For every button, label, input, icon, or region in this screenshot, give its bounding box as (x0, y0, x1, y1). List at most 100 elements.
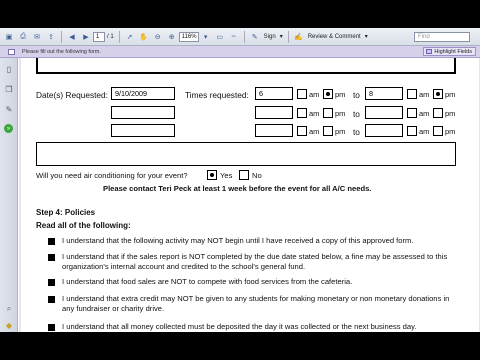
policy-checkbox-1[interactable] (48, 238, 55, 245)
pm-label: pm (445, 109, 456, 118)
ac-yes-checkbox[interactable] (207, 170, 217, 180)
start-pm-checkbox-3[interactable] (323, 126, 333, 136)
zoom-in-icon[interactable]: ⊕ (167, 32, 177, 42)
comment-icon: ✍ (294, 33, 304, 41)
chevron-down-icon[interactable]: ▾ (280, 33, 283, 40)
policy-text-4: I understand that extra credit may NOT b… (62, 294, 450, 313)
step-title: Step 4: Policies (36, 208, 96, 217)
highlight-fields-label: Highlight Fields (434, 49, 472, 55)
page-total: / 1 (107, 33, 114, 40)
signatures-icon[interactable]: ✎ (4, 104, 14, 114)
toolbar-separator (243, 30, 245, 43)
end-am-checkbox-3[interactable] (407, 126, 417, 136)
date-field-1[interactable]: 9/10/2009 (111, 87, 175, 100)
toolbar-separator (287, 30, 289, 43)
date-field-2[interactable] (111, 106, 175, 119)
start-am-checkbox-3[interactable] (297, 126, 307, 136)
read-all-label: Read all of the following: (36, 221, 131, 230)
navigation-pane: ▯ ❐ ✎ » ⌕ ◆ (0, 58, 18, 332)
attachments-icon[interactable]: ⌕ (4, 304, 14, 314)
pdf-viewer-window: ▣ ⎙ ✉ ⇪ ◀ ▶ 1 / 1 ➚ ✋ ⊖ ⊕ 116% ▾ ▭ ⇔ ✎ S… (0, 28, 480, 332)
to-label: to (353, 109, 360, 119)
policy-text-5: I understand that all money collected mu… (62, 322, 417, 331)
end-pm-checkbox-1[interactable] (433, 89, 443, 99)
pm-label: pm (445, 127, 456, 136)
bookmarks-icon[interactable]: ❐ (4, 84, 14, 94)
layers-icon[interactable]: ◆ (4, 320, 14, 330)
notes-field[interactable] (36, 142, 456, 166)
start-time-field-2[interactable] (255, 106, 293, 119)
page-thumbnails-icon[interactable]: ▯ (4, 64, 14, 74)
form-notice-bar: Please fill out the following form. High… (0, 46, 480, 58)
end-pm-checkbox-3[interactable] (433, 126, 443, 136)
ac-no-checkbox[interactable] (239, 170, 249, 180)
zoom-out-icon[interactable]: ⊖ (153, 32, 163, 42)
policy-checkbox-5[interactable] (48, 324, 55, 331)
policy-text-3: I understand that food sales are NOT to … (62, 277, 353, 286)
ac-yes-label: Yes (220, 171, 233, 180)
fields-icon[interactable]: » (4, 124, 13, 133)
pm-label: pm (335, 127, 346, 136)
sign-icon: ✎ (251, 33, 258, 41)
description-field[interactable] (36, 58, 456, 74)
review-comment-button[interactable]: Review & Comment (308, 34, 361, 40)
previous-page-icon[interactable]: ◀ (67, 32, 77, 42)
share-icon[interactable]: ⇪ (46, 32, 56, 42)
zoom-select[interactable]: 116% (178, 31, 199, 42)
end-time-field-3[interactable] (365, 124, 403, 137)
ac-no-label: No (252, 171, 262, 180)
start-time-field-3[interactable] (255, 124, 293, 137)
am-label: am (419, 90, 430, 99)
pm-label: pm (335, 109, 346, 118)
date-field-3[interactable] (111, 124, 175, 137)
end-time-field-2[interactable] (365, 106, 403, 119)
form-icon (8, 49, 15, 55)
end-am-checkbox-1[interactable] (407, 89, 417, 99)
start-time-field-1[interactable]: 6 (255, 87, 293, 100)
find-input[interactable]: Find (414, 32, 470, 42)
start-pm-checkbox-2[interactable] (323, 108, 333, 118)
sign-button[interactable]: Sign (264, 34, 276, 40)
am-label: am (309, 127, 320, 136)
policy-checkbox-4[interactable] (48, 296, 55, 303)
times-requested-label: Times requested: (185, 90, 249, 100)
highlight-icon (426, 49, 433, 54)
fit-page-icon[interactable]: ▭ (215, 32, 225, 42)
am-label: am (419, 127, 430, 136)
end-am-checkbox-2[interactable] (407, 108, 417, 118)
start-am-checkbox-1[interactable] (297, 89, 307, 99)
policy-text-1: I understand that the following activity… (62, 236, 414, 245)
fit-width-icon[interactable]: ⇔ (229, 32, 239, 42)
ac-question: Will you need air conditioning for your … (36, 171, 188, 180)
chevron-down-icon[interactable]: ▾ (201, 32, 211, 42)
policy-text-2: I understand that if the sales report is… (62, 252, 448, 271)
end-time-field-1[interactable]: 8 (365, 87, 403, 100)
select-tool-icon[interactable]: ➚ (125, 32, 135, 42)
pdf-page: Date(s) Requested: 9/10/2009 Times reque… (21, 58, 479, 332)
pm-label: pm (445, 90, 456, 99)
start-am-checkbox-2[interactable] (297, 108, 307, 118)
start-pm-checkbox-1[interactable] (323, 89, 333, 99)
to-label: to (353, 127, 360, 137)
next-page-icon[interactable]: ▶ (81, 32, 91, 42)
dates-requested-label: Date(s) Requested: (36, 90, 108, 100)
am-label: am (309, 90, 320, 99)
am-label: am (309, 109, 320, 118)
end-pm-checkbox-2[interactable] (433, 108, 443, 118)
toolbar-separator (61, 30, 62, 43)
page-number-input[interactable]: 1 (93, 31, 105, 42)
email-icon[interactable]: ✉ (32, 32, 42, 42)
policy-checkbox-2[interactable] (48, 254, 55, 261)
toolbar-separator (118, 30, 120, 43)
save-icon[interactable]: ▣ (4, 32, 14, 42)
am-label: am (419, 109, 430, 118)
highlight-fields-button[interactable]: Highlight Fields (423, 47, 476, 56)
form-notice-text: Please fill out the following form. (22, 49, 101, 55)
policy-checkbox-3[interactable] (48, 279, 55, 286)
chevron-down-icon[interactable]: ▾ (365, 33, 368, 40)
ac-notice: Please contact Teri Peck at least 1 week… (103, 184, 372, 193)
print-icon[interactable]: ⎙ (18, 32, 28, 42)
hand-tool-icon[interactable]: ✋ (139, 32, 149, 42)
toolbar: ▣ ⎙ ✉ ⇪ ◀ ▶ 1 / 1 ➚ ✋ ⊖ ⊕ 116% ▾ ▭ ⇔ ✎ S… (0, 28, 480, 46)
pm-label: pm (335, 90, 346, 99)
